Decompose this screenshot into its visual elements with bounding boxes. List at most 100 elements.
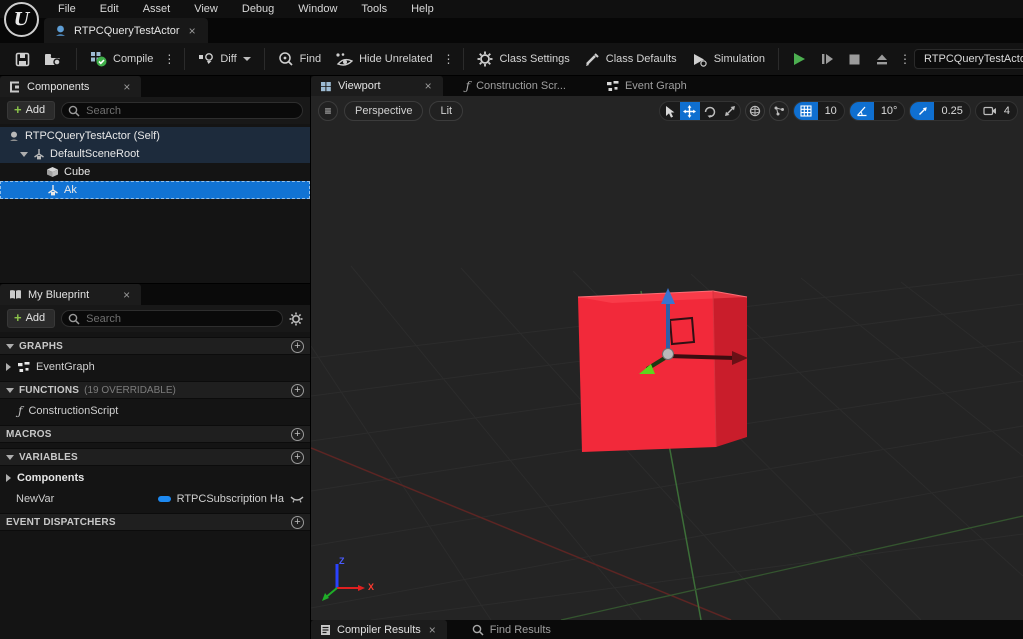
close-icon[interactable]: ×: [423, 79, 434, 93]
event-graph-row[interactable]: EventGraph: [0, 358, 310, 376]
expander-arrow-icon[interactable]: [6, 363, 11, 371]
compile-icon: [90, 51, 107, 67]
eye-closed-icon[interactable]: [290, 495, 304, 504]
functions-section-header[interactable]: FUNCTIONS (19 OVERRIDABLE) +: [0, 381, 310, 399]
rotation-snap-control[interactable]: 10°: [849, 101, 906, 121]
search-icon: [472, 624, 484, 636]
stop-button[interactable]: [841, 49, 868, 70]
tab-viewport[interactable]: Viewport ×: [311, 76, 443, 96]
eject-button[interactable]: [868, 49, 896, 70]
construction-script-row[interactable]: ƒ ConstructionScript: [0, 402, 310, 420]
simulation-button[interactable]: Simulation: [684, 48, 772, 71]
add-macro-button[interactable]: +: [291, 428, 304, 441]
tab-label: Viewport: [338, 80, 381, 92]
function-icon: ƒ: [466, 79, 470, 93]
save-button[interactable]: [8, 48, 37, 71]
pencil-icon: [584, 52, 600, 67]
view-mode-button[interactable]: Lit: [429, 101, 463, 121]
hide-unrelated-button[interactable]: Hide Unrelated: [328, 48, 439, 71]
play-options-kebab[interactable]: ⋮: [896, 52, 914, 66]
tree-row-ak[interactable]: Ak: [0, 181, 310, 199]
graphs-section-header[interactable]: GRAPHS +: [0, 337, 310, 355]
compile-button[interactable]: Compile: [83, 47, 160, 71]
components-search-input[interactable]: [61, 102, 303, 119]
expander-arrow-icon[interactable]: [20, 152, 28, 157]
tree-row-self[interactable]: RTPCQueryTestActor (Self): [0, 127, 310, 145]
menu-help[interactable]: Help: [401, 1, 444, 17]
tab-label: My Blueprint: [28, 289, 89, 301]
filter-gear-icon[interactable]: [289, 312, 303, 326]
expander-arrow-icon[interactable]: [6, 474, 11, 482]
camera-speed-control[interactable]: 4: [975, 101, 1018, 121]
grid-snap-control[interactable]: 10: [793, 101, 845, 121]
tab-event-graph[interactable]: Event Graph: [597, 76, 696, 96]
class-defaults-button[interactable]: Class Defaults: [577, 48, 684, 71]
tab-my-blueprint[interactable]: My Blueprint ×: [0, 284, 141, 305]
close-icon[interactable]: ×: [427, 623, 438, 637]
camera-mode-button[interactable]: Perspective: [344, 101, 423, 121]
add-function-button[interactable]: +: [291, 384, 304, 397]
add-component-button[interactable]: + Add: [7, 101, 55, 120]
cube-mesh[interactable]: [578, 291, 747, 452]
close-icon[interactable]: ×: [121, 288, 132, 302]
viewport-canvas[interactable]: Z X ≡ Perspective Lit: [311, 96, 1023, 620]
frame-skip-button[interactable]: [813, 48, 841, 70]
play-button[interactable]: [785, 48, 813, 70]
move-tool-button[interactable]: [680, 102, 700, 120]
tab-rtpcquerytestactor[interactable]: RTPCQueryTestActor ×: [44, 18, 208, 43]
rotate-tool-button[interactable]: [700, 102, 720, 120]
variables-components-group[interactable]: Components: [0, 469, 310, 487]
tree-row-cube[interactable]: Cube: [0, 163, 310, 181]
plus-icon: +: [14, 105, 22, 115]
variables-section-header[interactable]: VARIABLES +: [0, 448, 310, 466]
hide-unrelated-options-kebab[interactable]: ⋮: [439, 52, 457, 66]
find-icon: [278, 51, 294, 67]
variable-row-newvar[interactable]: NewVar RTPCSubscription Ha: [0, 490, 310, 508]
close-icon[interactable]: ×: [187, 24, 198, 38]
graph-icon: [606, 81, 619, 92]
add-blueprint-item-button[interactable]: + Add: [7, 309, 55, 328]
event-dispatchers-section-header[interactable]: EVENT DISPATCHERS +: [0, 513, 310, 531]
section-label: MACROS: [6, 429, 52, 440]
menu-edit[interactable]: Edit: [90, 1, 129, 17]
tab-components[interactable]: Components ×: [0, 76, 141, 97]
menu-debug[interactable]: Debug: [232, 1, 284, 17]
menu-window[interactable]: Window: [288, 1, 347, 17]
select-tool-button[interactable]: [660, 102, 680, 120]
tree-row-defaultsceneroot[interactable]: DefaultSceneRoot: [0, 145, 310, 163]
debug-object-dropdown[interactable]: RTPCQueryTestActor347: [914, 49, 1023, 69]
menu-tools[interactable]: Tools: [351, 1, 397, 17]
scale-snap-control[interactable]: 0.25: [909, 101, 970, 121]
viewport-icon: [320, 81, 332, 92]
browse-asset-button[interactable]: [37, 48, 70, 71]
add-variable-button[interactable]: +: [291, 451, 304, 464]
add-event-dispatcher-button[interactable]: +: [291, 516, 304, 529]
menu-asset[interactable]: Asset: [133, 1, 181, 17]
surface-snapping-button[interactable]: [769, 101, 789, 121]
debug-object-label: RTPCQueryTestActor347: [924, 53, 1023, 65]
function-icon: ƒ: [18, 404, 22, 418]
add-graph-button[interactable]: +: [291, 340, 304, 353]
tab-find-results[interactable]: Find Results: [463, 620, 560, 639]
menu-view[interactable]: View: [184, 1, 228, 17]
viewport-menu-button[interactable]: ≡: [318, 101, 338, 121]
diff-button[interactable]: Diff: [191, 48, 257, 71]
class-settings-button[interactable]: Class Settings: [470, 47, 576, 71]
tab-label: Compiler Results: [337, 624, 421, 636]
menu-file[interactable]: File: [48, 1, 86, 17]
compile-options-kebab[interactable]: ⋮: [160, 52, 178, 66]
tab-label: Event Graph: [625, 80, 687, 92]
coordinate-system-button[interactable]: [745, 101, 765, 121]
scale-tool-button[interactable]: [720, 102, 740, 120]
tab-compiler-results[interactable]: Compiler Results ×: [311, 620, 447, 639]
tab-construction-script[interactable]: ƒ Construction Scr...: [457, 76, 575, 96]
variable-type-label: RTPCSubscription Ha: [177, 493, 284, 505]
add-label: Add: [26, 104, 46, 116]
my-blueprint-search-input[interactable]: [61, 310, 283, 327]
close-icon[interactable]: ×: [121, 80, 132, 94]
actor-icon: [8, 130, 20, 142]
simulation-label: Simulation: [714, 53, 765, 65]
macros-section-header[interactable]: MACROS +: [0, 425, 310, 443]
find-button[interactable]: Find: [271, 47, 328, 71]
axis-indicator: [322, 564, 365, 601]
